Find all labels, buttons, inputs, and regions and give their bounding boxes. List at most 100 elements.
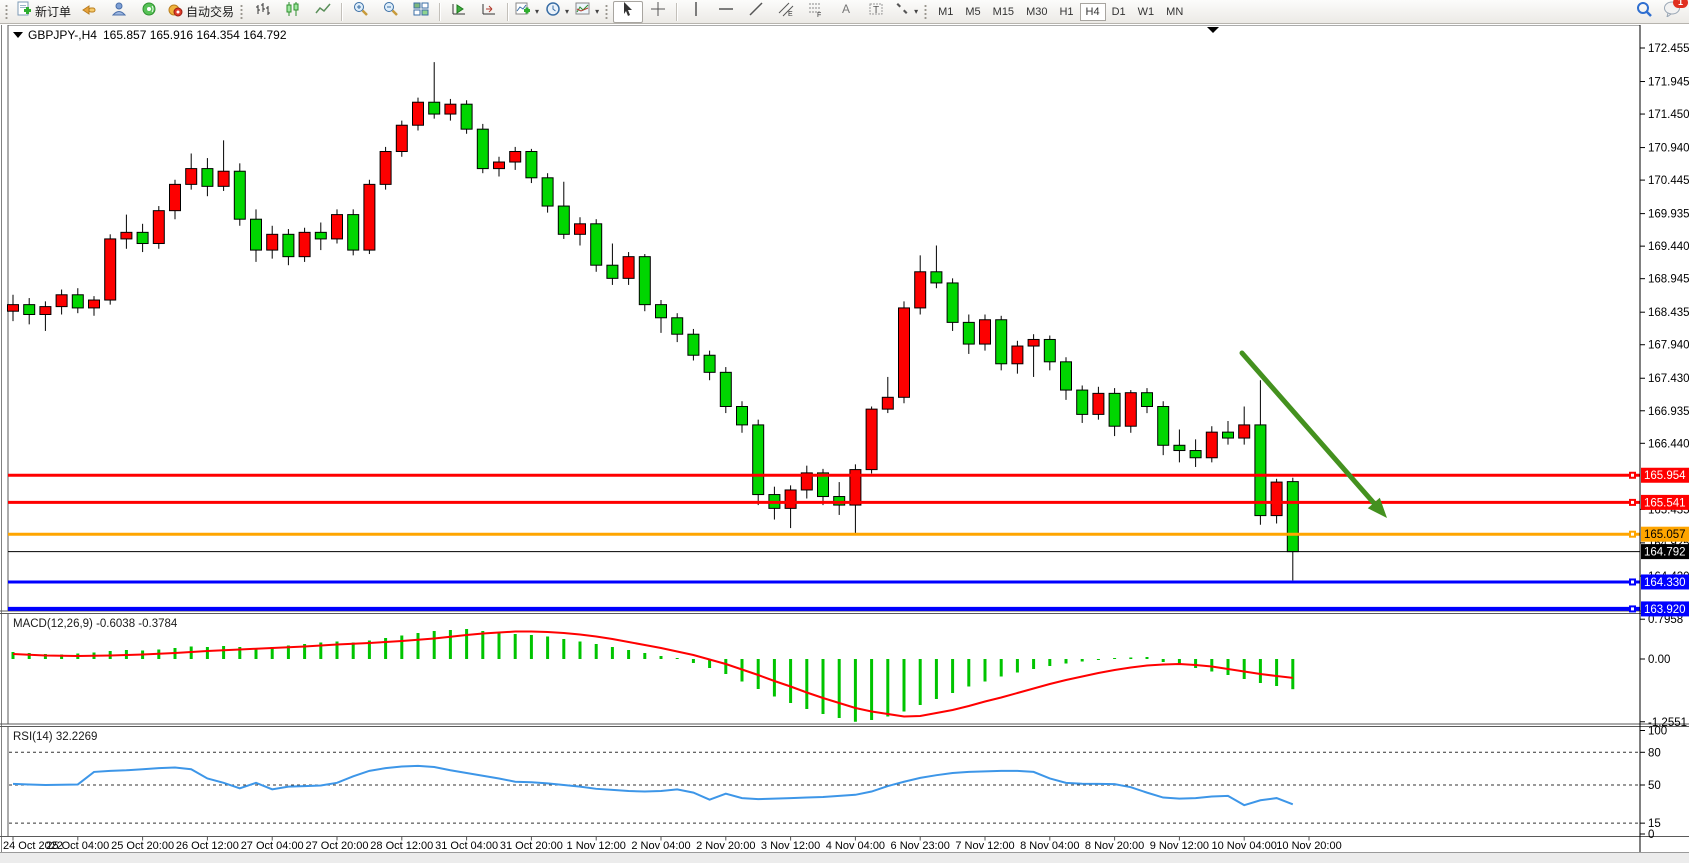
signal-button[interactable] (134, 1, 164, 23)
timeframe-M5[interactable]: M5 (959, 3, 986, 21)
auto-trading-button[interactable]: 自动交易 (164, 1, 237, 23)
cursor-tool-button[interactable] (613, 1, 643, 23)
zoom-out-button[interactable] (376, 1, 406, 23)
toolbar-grip3[interactable] (605, 4, 610, 20)
candle-body (8, 305, 19, 312)
toolbar-grip[interactable] (5, 4, 10, 20)
candle-body (1012, 346, 1023, 364)
chart-shift-marker[interactable] (1207, 27, 1219, 33)
timeframe-H1[interactable]: H1 (1053, 3, 1079, 21)
periods-button[interactable]: ▾ (542, 1, 572, 23)
channel-icon: E (778, 1, 794, 22)
tile-windows-button[interactable] (406, 1, 436, 23)
chart-shift-button[interactable] (474, 1, 504, 23)
line-chart-icon (315, 1, 331, 22)
signal-icon (141, 1, 157, 22)
price-axis-label: 170.940 (1648, 143, 1689, 155)
text-label-tool-button[interactable]: T (861, 1, 891, 23)
timeframe-M30[interactable]: M30 (1020, 3, 1053, 21)
time-axis-label: 1 Nov 12:00 (567, 840, 626, 852)
candle-body (899, 308, 910, 397)
crosshair-tool-button[interactable] (643, 1, 673, 23)
trendline-icon (748, 1, 764, 22)
candle-body (186, 169, 197, 185)
candle-body (413, 102, 424, 125)
chart-canvas[interactable]: GBPJPY-,H4 165.857 165.916 164.354 164.7… (0, 25, 1689, 863)
separator (507, 3, 509, 21)
arrows-tool-button[interactable]: ▾ (891, 1, 921, 23)
price-badge-label: 165.541 (1644, 497, 1686, 509)
candle-body (996, 320, 1007, 364)
templates-button[interactable]: ▾ (572, 1, 602, 23)
text-icon: A (838, 1, 854, 22)
chart-region: GBPJPY-,H4 165.857 165.916 164.354 164.7… (0, 25, 1689, 863)
candle-body (1061, 362, 1072, 390)
candle-body (348, 215, 359, 250)
price-badge-label: 165.057 (1644, 529, 1686, 541)
candle-body (267, 234, 278, 250)
new-order-button[interactable]: 新订单 (13, 1, 74, 23)
time-axis-label: 10 Nov 20:00 (1276, 840, 1341, 852)
candle-body (591, 224, 602, 265)
price-axis-label: 172.455 (1648, 43, 1689, 55)
rsi-line (13, 766, 1293, 805)
candle-body (202, 169, 213, 187)
timeframe-MN[interactable]: MN (1160, 3, 1189, 21)
macd-signal-line (13, 632, 1293, 717)
separator (341, 3, 343, 21)
price-axis-label: 169.440 (1648, 241, 1689, 253)
indicators-icon (515, 1, 531, 22)
candlestick-chart-button[interactable] (278, 1, 308, 23)
fibonacci-tool-button[interactable]: F (801, 1, 831, 23)
toolbar-grip4[interactable] (924, 4, 929, 20)
candle-body (461, 104, 472, 129)
candle-body (1287, 482, 1298, 552)
new-order-icon (16, 1, 32, 22)
price-axis-label: 166.935 (1648, 406, 1689, 418)
time-axis-label: 28 Oct 12:00 (370, 840, 433, 852)
bar-chart-button[interactable] (248, 1, 278, 23)
bar-chart-icon (255, 1, 271, 22)
candle-body (24, 305, 35, 315)
candle-body (688, 334, 699, 355)
candlestick-chart-icon (285, 1, 301, 22)
auto-trading-icon (167, 1, 183, 22)
timeframe-H4[interactable]: H4 (1080, 3, 1106, 21)
dropdown-caret: ▾ (595, 7, 599, 16)
timeframe-W1[interactable]: W1 (1132, 3, 1161, 21)
timeframe-M15[interactable]: M15 (987, 3, 1020, 21)
symbol-dropdown-icon[interactable] (13, 32, 23, 38)
candle-body (251, 219, 262, 250)
candle-body (623, 257, 634, 279)
candle-body (947, 283, 958, 322)
new-order-label: 新订单 (35, 3, 71, 20)
search-icon[interactable] (1636, 1, 1653, 23)
timeframe-M1[interactable]: M1 (932, 3, 959, 21)
line-chart-button[interactable] (308, 1, 338, 23)
auto-scroll-button[interactable] (444, 1, 474, 23)
channel-tool-button[interactable]: E (771, 1, 801, 23)
text-tool-button[interactable]: A (831, 1, 861, 23)
candle-body (1190, 451, 1201, 458)
chat-button[interactable]: 1 (1663, 1, 1681, 22)
candle-body (429, 102, 440, 114)
toolbar-grip2[interactable] (240, 4, 245, 20)
candle-body (737, 407, 748, 425)
fibonacci-icon: F (808, 1, 824, 22)
horizontal-line-icon (718, 1, 734, 22)
timeframe-D1[interactable]: D1 (1106, 3, 1132, 21)
candle-body (1077, 390, 1088, 414)
candle-body (283, 234, 294, 256)
indicators-button[interactable]: ▾ (512, 1, 542, 23)
candle-body (980, 320, 991, 344)
trendline-tool-button[interactable] (741, 1, 771, 23)
candle-body (866, 409, 877, 469)
vertical-line-tool-button[interactable] (681, 1, 711, 23)
zoom-in-button[interactable] (346, 1, 376, 23)
clock-icon (545, 1, 561, 22)
horn-button[interactable] (74, 1, 104, 23)
svg-text:F: F (817, 12, 821, 17)
market-watch-button[interactable] (104, 1, 134, 23)
candle-body (931, 272, 942, 283)
horizontal-line-tool-button[interactable] (711, 1, 741, 23)
